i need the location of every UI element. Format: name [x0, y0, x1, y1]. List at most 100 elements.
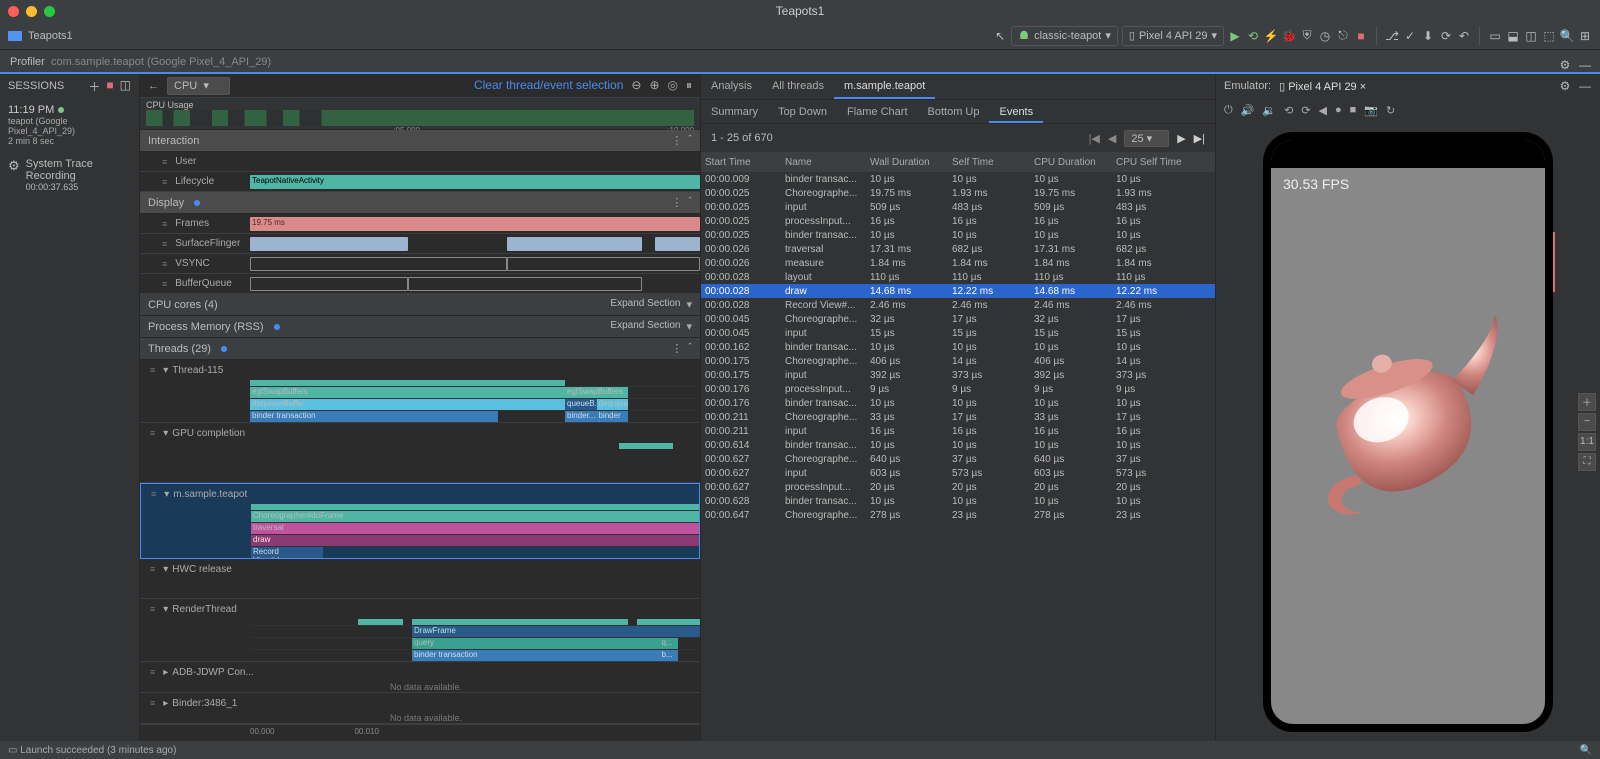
- fit-icon[interactable]: ◎: [668, 78, 678, 93]
- col-wall[interactable]: Wall Duration: [866, 157, 948, 168]
- col-name[interactable]: Name: [781, 157, 866, 168]
- table-row[interactable]: 00:00.614binder transac...10 µs10 µs10 µ…: [701, 438, 1215, 452]
- attach-debugger-icon[interactable]: ⎋: [1336, 29, 1350, 43]
- profiler-settings-icon[interactable]: ⚙: [1558, 58, 1572, 72]
- update-icon[interactable]: ⬇: [1421, 29, 1435, 43]
- pager-size-dropdown[interactable]: 25 ▾: [1124, 130, 1169, 147]
- table-row[interactable]: 00:00.025processInput...16 µs16 µs16 µs1…: [701, 214, 1215, 228]
- avd-icon[interactable]: ▭: [1488, 29, 1502, 43]
- subtab-flame[interactable]: Flame Chart: [837, 100, 918, 123]
- overview-icon[interactable]: ■: [1350, 104, 1357, 116]
- phone-screen[interactable]: 30.53 FPS: [1271, 140, 1545, 724]
- subtab-topdown[interactable]: Top Down: [768, 100, 837, 123]
- table-row[interactable]: 00:00.627Choreographe...640 µs37 µs640 µ…: [701, 452, 1215, 466]
- pager-last-icon[interactable]: ▶|: [1194, 132, 1205, 145]
- thread-render[interactable]: ≡▾ RenderThread DrawFrame queryq... bind…: [140, 599, 700, 662]
- profile-icon[interactable]: ◷: [1318, 29, 1332, 43]
- table-row[interactable]: 00:00.025Choreographe...19.75 ms1.93 ms1…: [701, 186, 1215, 200]
- table-row[interactable]: 00:00.211Choreographe...33 µs17 µs33 µs1…: [701, 410, 1215, 424]
- table-row[interactable]: 00:00.176binder transac...10 µs10 µs10 µ…: [701, 396, 1215, 410]
- tab-sample-teapot[interactable]: m.sample.teapot: [834, 74, 935, 99]
- add-session-icon[interactable]: ＋: [88, 78, 100, 95]
- expand-session-icon[interactable]: ◫: [120, 78, 131, 95]
- section-memory[interactable]: Process Memory (RSS)Expand Section ▾: [140, 316, 700, 338]
- profiler-type-dropdown[interactable]: CPU ▾: [167, 77, 230, 95]
- event-log-icon[interactable]: 🔍: [1580, 745, 1592, 756]
- rotate-left-icon[interactable]: ⟲: [1284, 104, 1293, 117]
- col-self[interactable]: Self Time: [948, 157, 1030, 168]
- table-row[interactable]: 00:00.009binder transac...10 µs10 µs10 µ…: [701, 172, 1215, 186]
- snapshot-icon[interactable]: ↻: [1386, 104, 1395, 117]
- more-icon[interactable]: ⋮: [671, 342, 682, 355]
- project-name[interactable]: Teapots1: [28, 30, 73, 42]
- tab-analysis[interactable]: Analysis: [701, 74, 762, 99]
- coverage-icon[interactable]: ⛨: [1300, 29, 1314, 43]
- table-row[interactable]: 00:00.176processInput...9 µs9 µs9 µs9 µs: [701, 382, 1215, 396]
- zoom-in-button[interactable]: ＋: [1578, 393, 1596, 411]
- back-icon[interactable]: ◀: [1319, 104, 1327, 117]
- run-icon[interactable]: ▶: [1228, 29, 1242, 43]
- tab-all-threads[interactable]: All threads: [762, 74, 834, 99]
- lifecycle-bar[interactable]: TeapotNativeActivity: [250, 175, 700, 189]
- more-icon[interactable]: ⋮: [671, 134, 682, 147]
- collapse-icon[interactable]: ˆ: [688, 134, 692, 147]
- layout-icon[interactable]: ⬚: [1542, 29, 1556, 43]
- zoom-fit-button[interactable]: ⛶: [1578, 453, 1596, 471]
- zoom-out-icon[interactable]: ⊖: [631, 78, 641, 93]
- run-config-dropdown[interactable]: classic-teapot ▾: [1011, 26, 1118, 46]
- history-icon[interactable]: ⟳: [1439, 29, 1453, 43]
- table-row[interactable]: 00:00.025binder transac...10 µs10 µs10 µ…: [701, 228, 1215, 242]
- col-cpud[interactable]: CPU Duration: [1030, 157, 1112, 168]
- back-button[interactable]: ←: [148, 80, 159, 92]
- nav-back-icon[interactable]: ↖: [993, 29, 1007, 43]
- volume-down-icon[interactable]: 🔉: [1262, 104, 1276, 117]
- table-row[interactable]: 00:00.627input603 µs573 µs603 µs573 µs: [701, 466, 1215, 480]
- close-window-dot[interactable]: [8, 6, 19, 17]
- settings-icon[interactable]: ⊞: [1578, 29, 1592, 43]
- table-row[interactable]: 00:00.028draw14.68 ms12.22 ms14.68 ms12.…: [701, 284, 1215, 298]
- thread-hwc-release[interactable]: ≡▾ HWC release: [140, 559, 700, 599]
- table-row[interactable]: 00:00.026measure1.84 ms1.84 ms1.84 ms1.8…: [701, 256, 1215, 270]
- search-icon[interactable]: 🔍: [1560, 29, 1574, 43]
- commit-icon[interactable]: ✓: [1403, 29, 1417, 43]
- trace-recording-item[interactable]: ⚙ System Trace Recording 00:00:37.635: [0, 152, 139, 198]
- collapse-icon[interactable]: ˆ: [688, 196, 692, 209]
- col-cpus[interactable]: CPU Self Time: [1112, 157, 1194, 168]
- session-item[interactable]: 11:19 PM teapot (Google Pixel_4_API_29) …: [0, 98, 139, 152]
- emulator-settings-icon[interactable]: ⚙: [1558, 79, 1572, 93]
- section-threads[interactable]: Threads (29)⋮ˆ: [140, 338, 700, 360]
- pager-next-icon[interactable]: ▶: [1177, 132, 1185, 145]
- thread-binder[interactable]: ≡▸ Binder:3486_1 No data available.: [140, 693, 700, 724]
- section-interaction[interactable]: Interaction ⋮ˆ: [140, 130, 700, 152]
- thread-gpu-completion[interactable]: ≡▾ GPU completion: [140, 423, 700, 483]
- screenshot-icon[interactable]: 📷: [1364, 104, 1378, 117]
- pager-prev-icon[interactable]: ◀: [1108, 132, 1116, 145]
- tab-profiler[interactable]: Profiler com.sample.teapot (Google Pixel…: [0, 52, 281, 72]
- section-display[interactable]: Display ⋮ˆ: [140, 192, 700, 214]
- home-icon[interactable]: ●: [1335, 104, 1342, 116]
- rotate-right-icon[interactable]: ⟳: [1301, 104, 1310, 117]
- table-row[interactable]: 00:00.045input15 µs15 µs15 µs15 µs: [701, 326, 1215, 340]
- zoom-in-icon[interactable]: ⊕: [649, 78, 659, 93]
- table-row[interactable]: 00:00.028layout110 µs110 µs110 µs110 µs: [701, 270, 1215, 284]
- resource-icon[interactable]: ◫: [1524, 29, 1538, 43]
- collapse-icon[interactable]: ˆ: [688, 342, 692, 355]
- pause-icon[interactable]: ⏸: [686, 78, 692, 93]
- table-row[interactable]: 00:00.026traversal17.31 ms682 µs17.31 ms…: [701, 242, 1215, 256]
- minimize-window-dot[interactable]: [26, 6, 37, 17]
- apply-code-icon[interactable]: ⚡: [1264, 29, 1278, 43]
- zoom-window-dot[interactable]: [44, 6, 55, 17]
- table-row[interactable]: 00:00.162binder transac...10 µs10 µs10 µ…: [701, 340, 1215, 354]
- device-dropdown[interactable]: ▯ Pixel 4 API 29 ▾: [1122, 26, 1224, 46]
- thread-sample-teapot[interactable]: ≡▾ m.sample.teapot Choreographer#doFrame…: [140, 483, 700, 559]
- debug-icon[interactable]: 🐞: [1282, 29, 1296, 43]
- frames-bar[interactable]: 19.75 ms: [250, 217, 700, 231]
- thread-115[interactable]: ≡▾ Thread-115 eglSwapBufferseglSwapBuffe…: [140, 360, 700, 423]
- profiler-hide-icon[interactable]: —: [1578, 58, 1592, 72]
- table-row[interactable]: 00:00.175Choreographe...406 µs14 µs406 µ…: [701, 354, 1215, 368]
- git-icon[interactable]: ⎇: [1385, 29, 1399, 43]
- zoom-out-button[interactable]: −: [1578, 413, 1596, 431]
- cpu-mini-chart[interactable]: [146, 110, 694, 126]
- table-row[interactable]: 00:00.628binder transac...10 µs10 µs10 µ…: [701, 494, 1215, 508]
- clear-selection-link[interactable]: Clear thread/event selection: [474, 78, 623, 93]
